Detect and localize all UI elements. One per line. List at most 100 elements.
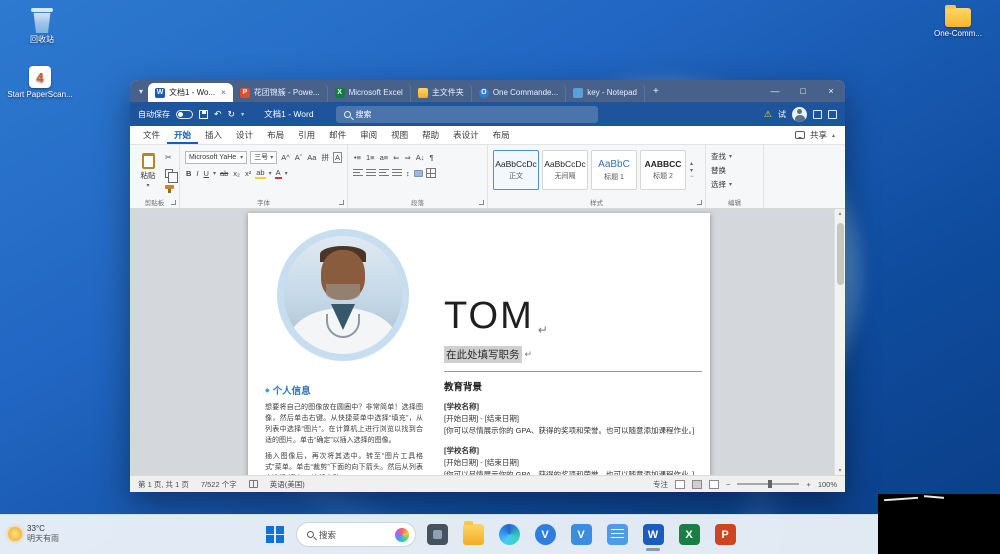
tab-view[interactable]: 视图 [384,126,415,144]
change-case-icon[interactable]: Aa [306,153,317,162]
window-tab-word[interactable]: W 文档1 - Wo... × [148,83,233,102]
account-avatar[interactable] [792,107,807,122]
vertical-scrollbar[interactable]: ▴ ▾ [834,209,845,475]
font-color-caret-icon[interactable]: ▾ [285,170,288,177]
personal-info-paragraph[interactable]: 想要将自己的图像放在圆圈中？非常简单！选择图像，然后单击右键。从快捷菜单中选择“… [265,403,423,446]
styles-scroll-up-icon[interactable]: ▴ [690,160,694,167]
quick-access-caret-icon[interactable]: ▾ [241,111,244,118]
paste-button[interactable]: 粘贴 ▾ [135,149,161,193]
highlight-caret-icon[interactable]: ▾ [269,170,272,177]
tab-mailings[interactable]: 邮件 [322,126,353,144]
taskbar-weather-widget[interactable]: 33°C 明天有雨 [8,517,59,551]
copy-icon[interactable] [165,169,173,178]
bold-button[interactable]: B [185,169,192,178]
zoom-in-icon[interactable]: + [806,480,810,489]
decrease-indent-icon[interactable]: ⇐ [392,153,400,162]
tab-insert[interactable]: 插入 [198,126,229,144]
education-heading[interactable]: 教育背景 [444,379,702,393]
window-tab-powerpoint[interactable]: P 花团锦簇 - Powe... [233,83,328,102]
window-tab-excel[interactable]: X Microsoft Excel [328,83,411,102]
personal-info-heading[interactable]: ◆ 个人信息 [265,383,423,397]
scroll-up-icon[interactable]: ▴ [835,210,845,217]
window-tab-one-commander[interactable]: O One Commande... [472,83,566,102]
desktop-icon-one-commander[interactable]: One-Comm... [922,8,994,38]
font-dialog-launcher[interactable] [339,200,344,205]
tab-design[interactable]: 设计 [229,126,260,144]
scroll-down-icon[interactable]: ▾ [835,467,845,474]
font-color-button[interactable]: A [275,168,282,179]
ribbon-display-options-icon[interactable] [813,110,822,119]
undo-icon[interactable]: ↶ [214,109,222,120]
line-spacing-icon[interactable]: ↕ [405,169,411,178]
numbering-icon[interactable]: 1≡ [365,153,376,162]
language-indicator[interactable]: 英语(美国) [270,479,305,490]
focus-mode-button[interactable]: 专注 [653,479,668,490]
zoom-out-icon[interactable]: − [726,480,730,489]
multilevel-list-icon[interactable]: a≡ [379,153,390,162]
align-center-icon[interactable] [366,169,376,177]
tab-table-design[interactable]: 表设计 [446,126,486,144]
word-count[interactable]: 7/522 个字 [201,479,237,490]
show-marks-icon[interactable]: ¶ [429,153,435,162]
page-count[interactable]: 第 1 页, 共 1 页 [138,479,189,490]
tab-list-icon[interactable]: ▾ [134,87,148,96]
replace-button[interactable]: 替换 [711,163,758,177]
share-button[interactable]: 共享 [810,129,827,141]
shading-icon[interactable] [414,170,423,177]
maximize-button[interactable]: □ [789,80,817,102]
taskbar-app-shield[interactable]: V [530,519,560,551]
education-entry[interactable]: [学校名称] [开始日期] - [结束日期] [你可以尽情展示你的 GPA、获得… [444,445,702,475]
tab-table-layout[interactable]: 布局 [486,126,517,144]
print-layout-icon[interactable] [692,480,702,489]
sort-icon[interactable]: A↓ [415,153,426,162]
format-painter-icon[interactable] [165,185,174,189]
style-no-spacing[interactable]: AaBbCcDc 无间隔 [542,150,588,190]
education-entry[interactable]: [学校名称] [开始日期] - [结束日期] [你可以尽情展示你的 GPA、获得… [444,401,702,437]
character-border-icon[interactable]: A [333,152,342,163]
grow-font-icon[interactable]: A^ [280,153,291,162]
justify-icon[interactable] [392,169,402,177]
find-button[interactable]: 查找 ▾ [711,149,758,163]
taskbar-app-scanner[interactable] [422,519,452,551]
close-button[interactable]: × [817,80,845,102]
minimize-button[interactable]: — [761,80,789,102]
borders-icon[interactable] [426,168,436,178]
select-button[interactable]: 选择 ▾ [711,177,758,191]
resume-name[interactable]: TOM ↵ [444,297,702,337]
italic-button[interactable]: I [195,169,199,178]
taskbar-app-file-explorer[interactable] [458,519,488,551]
underline-button[interactable]: U [203,169,210,178]
tab-layout[interactable]: 布局 [260,126,291,144]
align-left-icon[interactable] [353,169,363,177]
window-tab-home-folder[interactable]: 主文件夹 [411,83,472,102]
align-right-icon[interactable] [379,169,389,177]
autosave-toggle[interactable] [176,110,193,119]
window-tab-notepad[interactable]: key - Notepad [566,83,645,102]
font-size-select[interactable]: 三号 ▾ [250,151,277,164]
increase-indent-icon[interactable]: ⇒ [403,153,411,162]
tab-home[interactable]: 开始 [167,126,198,144]
text-highlight-button[interactable]: ab [255,168,265,179]
personal-info-paragraph[interactable]: 插入图像后，再次将其选中。转至“图片工具格式”菜单。单击“裁剪”下面的向下箭头。… [265,452,423,475]
style-heading2[interactable]: AABBCC 标题 2 [640,150,686,190]
tab-review[interactable]: 审阅 [353,126,384,144]
taskbar-app-edge[interactable] [494,519,524,551]
taskbar-app-notepad[interactable] [602,519,632,551]
taskbar-app-powerpoint[interactable]: P [710,519,740,551]
desktop-icon-paperscan[interactable]: 4 Start PaperScan... [4,66,76,99]
start-button[interactable] [260,519,290,551]
bullets-icon[interactable]: •≡ [353,153,362,162]
tab-file[interactable]: 文件 [136,126,167,144]
save-icon[interactable] [199,110,208,119]
font-name-select[interactable]: Microsoft YaHe ▾ [185,151,247,164]
window-layout-icon[interactable] [828,110,837,119]
taskbar-app-excel[interactable]: X [674,519,704,551]
style-heading1[interactable]: AaBbC 标题 1 [591,150,637,190]
strikethrough-button[interactable]: ab [219,169,229,178]
styles-scroll-down-icon[interactable]: ▾ [690,167,694,174]
phonetic-guide-icon[interactable]: 拼 [320,152,330,163]
ribbon-search-box[interactable]: 搜索 [336,106,598,123]
new-tab-button[interactable]: + [645,86,667,97]
profile-photo[interactable] [277,229,409,361]
shrink-font-icon[interactable]: Aˇ [294,153,304,162]
